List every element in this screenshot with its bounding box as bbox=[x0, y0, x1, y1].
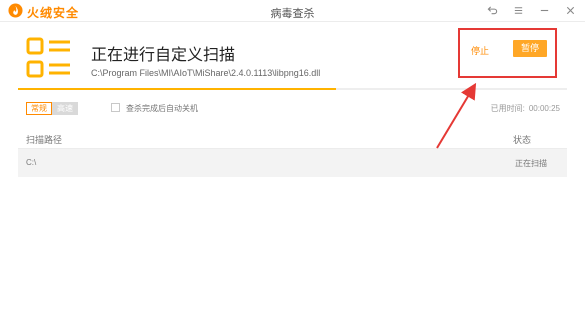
current-scan-path: C:\Program Files\MI\AIoT\MiShare\2.4.0.1… bbox=[91, 68, 321, 78]
elapsed-time-value: 00:00:25 bbox=[528, 104, 560, 113]
table-row[interactable]: C:\ 正在扫描 bbox=[18, 149, 567, 177]
pause-button[interactable]: 暂停 bbox=[513, 40, 547, 57]
window-controls bbox=[485, 3, 577, 17]
scan-mode-toggle: 常规 高速 bbox=[26, 102, 78, 115]
stop-button[interactable]: 停止 bbox=[471, 44, 489, 57]
title-bar: 火绒安全 病毒查杀 bbox=[0, 0, 585, 22]
custom-scan-icon bbox=[26, 37, 70, 78]
minimize-icon[interactable] bbox=[537, 3, 551, 17]
scan-title: 正在进行自定义扫描 bbox=[91, 47, 236, 64]
scan-progress-bar bbox=[18, 88, 567, 90]
table-header: 扫描路径 状态 bbox=[18, 127, 567, 149]
close-icon[interactable] bbox=[563, 3, 577, 17]
auto-shutdown-label: 查杀完成后自动关机 bbox=[126, 104, 198, 113]
scan-progress-fill bbox=[18, 88, 337, 90]
menu-icon[interactable] bbox=[511, 3, 525, 17]
mode-normal-button[interactable]: 常规 bbox=[26, 102, 52, 115]
mode-fast-button[interactable]: 高速 bbox=[52, 102, 78, 115]
back-icon[interactable] bbox=[485, 3, 499, 17]
scan-path-table: 扫描路径 状态 C:\ 正在扫描 bbox=[18, 127, 567, 177]
row-path: C:\ bbox=[26, 158, 37, 167]
column-header-path: 扫描路径 bbox=[26, 135, 63, 145]
column-header-status: 状态 bbox=[512, 135, 531, 145]
row-status: 正在扫描 bbox=[515, 159, 547, 168]
auto-shutdown-checkbox[interactable] bbox=[111, 103, 120, 112]
elapsed-time-label: 已用时间: bbox=[490, 104, 525, 113]
elapsed-time: 已用时间: 00:00:25 bbox=[491, 103, 560, 114]
